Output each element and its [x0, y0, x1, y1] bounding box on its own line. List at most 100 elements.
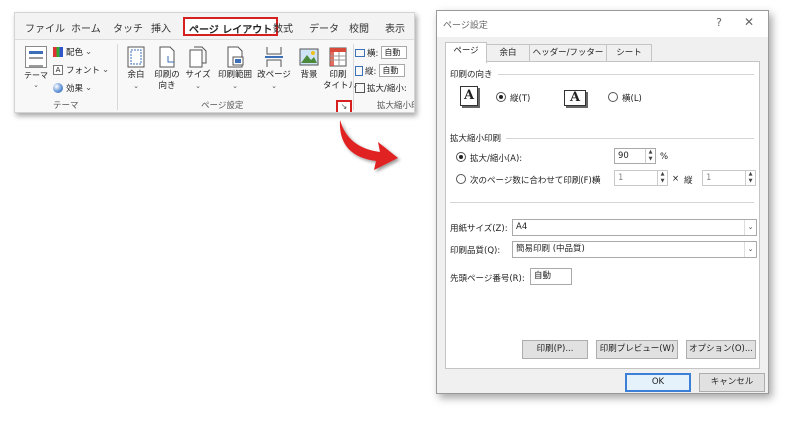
adjust-to-label: 拡大/縮小(A): — [470, 154, 523, 164]
chevron-down-icon: ⌄ — [33, 81, 39, 89]
scale-percent-row: 拡大/縮小: — [355, 82, 407, 94]
theme-group-label: テーマ — [53, 101, 79, 111]
first-page-number-label: 先頭ページ番号(R): — [450, 274, 525, 284]
tab-page[interactable]: ページ — [445, 42, 487, 63]
tab-margins[interactable]: 余白 — [486, 44, 530, 62]
margins-label: 余白 — [127, 70, 145, 80]
tab-view[interactable]: 表示 — [385, 20, 405, 35]
background-image-icon — [299, 48, 319, 66]
help-button[interactable]: ? — [716, 16, 722, 29]
theme-colors-button[interactable]: 配色 ⌄ — [53, 46, 92, 58]
tab-insert[interactable]: 挿入 — [151, 20, 171, 35]
percent-sign: % — [660, 152, 669, 162]
color-palette-icon — [53, 47, 63, 57]
cancel-button[interactable]: キャンセル — [699, 373, 765, 392]
landscape-radio[interactable] — [608, 92, 618, 102]
background-button[interactable]: 背景 — [294, 46, 324, 81]
scale-height-select[interactable]: 自動 — [379, 64, 406, 77]
spinner-arrows-icon[interactable]: ▲ ▼ — [645, 149, 655, 163]
pages-wide-input[interactable]: 1 ▲ ▼ — [614, 170, 668, 186]
scaling-section-title: 拡大縮小印刷 — [450, 134, 502, 144]
times-sign: × — [672, 174, 680, 184]
spinner-arrows-icon[interactable]: ▲ ▼ — [657, 171, 667, 185]
tab-review[interactable]: 校閲 — [349, 20, 369, 35]
fit-to-radio[interactable] — [456, 174, 466, 184]
scale-width-row: 横: 自動 — [355, 46, 408, 59]
first-page-number-input[interactable]: 自動 — [530, 268, 572, 285]
page-tab-panel: 印刷の向き A 縦(T) A 横(L) 拡大縮小印刷 拡大/縮小(A): 90 … — [445, 61, 760, 369]
ribbon-tabs: ファイル ホーム タッチ 挿入 ページ レイアウト 数式 データ 校閲 表示 — [15, 13, 414, 39]
print-titles-label-1: 印刷 — [329, 70, 347, 80]
effects-icon — [53, 83, 63, 93]
scale-width-select[interactable]: 自動 — [381, 46, 408, 59]
pages-tall-value: 1 — [706, 173, 712, 183]
theme-effects-label: 効果 — [66, 84, 84, 94]
theme-colors-label: 配色 — [66, 48, 84, 58]
adjust-to-radio[interactable] — [456, 152, 466, 162]
height-icon — [355, 65, 363, 76]
orientation-label-1: 印刷の — [154, 70, 180, 80]
section-divider — [498, 74, 754, 75]
themes-button[interactable]: テーマ ⌄ — [21, 46, 51, 89]
chevron-down-icon: ⌄ — [85, 83, 93, 93]
landscape-label: 横(L) — [622, 94, 642, 104]
orientation-section-title: 印刷の向き — [450, 70, 493, 80]
orientation-icon — [159, 46, 175, 68]
tab-file[interactable]: ファイル — [25, 20, 65, 35]
landscape-page-icon: A — [564, 90, 586, 106]
chevron-down-icon: ⌄ — [271, 82, 277, 90]
pages-tall-input[interactable]: 1 ▲ ▼ — [702, 170, 756, 186]
size-button[interactable]: サイズ ⌄ — [183, 46, 213, 92]
print-button[interactable]: 印刷(P)... — [522, 340, 588, 359]
fit-to-label: 次のページ数に合わせて印刷(F): — [470, 176, 595, 186]
size-label: サイズ — [185, 70, 211, 80]
tab-formulas[interactable]: 数式 — [273, 20, 293, 35]
theme-fonts-button[interactable]: A フォント ⌄ — [53, 64, 109, 76]
adjust-percent-input[interactable]: 90 ▲ ▼ — [614, 148, 656, 164]
theme-effects-button[interactable]: 効果 ⌄ — [53, 82, 92, 94]
print-quality-value: 簡易印刷 (中品質) — [516, 244, 585, 254]
margins-icon — [127, 46, 145, 68]
chevron-down-icon: ⌄ — [195, 82, 201, 90]
paper-size-value: A4 — [516, 222, 528, 232]
launcher-arrow-icon: ↘ — [340, 102, 348, 111]
theme-fonts-label: フォント — [66, 66, 101, 76]
scale-height-row: 縦: 自動 — [355, 64, 406, 77]
print-area-button[interactable]: 印刷範囲 ⌄ — [217, 46, 253, 92]
chevron-down-icon: ⌄ — [102, 65, 110, 75]
options-button[interactable]: オプション(O)... — [686, 340, 756, 359]
page-break-icon — [265, 47, 283, 67]
page-setup-group-label: ページ設定 — [201, 101, 244, 111]
print-quality-label: 印刷品質(Q): — [450, 246, 501, 256]
breaks-label: 改ページ — [257, 70, 291, 80]
print-titles-icon — [329, 47, 347, 67]
scale-icon — [355, 83, 365, 93]
print-preview-button[interactable]: 印刷プレビュー(W) — [596, 340, 678, 359]
chevron-down-icon: ⌄ — [744, 220, 756, 235]
scale-width-label: 横: — [367, 48, 379, 59]
dialog-title: ページ設定 — [443, 21, 488, 31]
tab-data[interactable]: データ — [309, 20, 339, 35]
spinner-arrows-icon[interactable]: ▲ ▼ — [745, 171, 755, 185]
dialog-title-bar: ページ設定 ? ✕ — [437, 11, 768, 37]
section-divider — [506, 138, 754, 139]
close-button[interactable]: ✕ — [744, 15, 754, 29]
pages-wide-label: 横 — [592, 176, 601, 186]
margins-button[interactable]: 余白 ⌄ — [121, 46, 151, 92]
tab-home[interactable]: ホーム — [71, 20, 101, 35]
paper-size-select[interactable]: A4 ⌄ — [512, 219, 757, 236]
breaks-button[interactable]: 改ページ ⌄ — [257, 46, 291, 92]
print-titles-button[interactable]: 印刷 タイトル — [323, 46, 357, 92]
ok-button[interactable]: OK — [625, 373, 691, 392]
width-icon — [355, 48, 365, 57]
red-arrow-icon — [339, 120, 398, 170]
chevron-down-icon: ⌄ — [85, 47, 93, 57]
print-quality-select[interactable]: 簡易印刷 (中品質) ⌄ — [512, 241, 757, 258]
orientation-button[interactable]: 印刷の 向き — [152, 46, 182, 92]
tab-touch[interactable]: タッチ — [113, 20, 143, 35]
tab-page-layout[interactable]: ページ レイアウト — [183, 17, 279, 36]
tab-header-footer[interactable]: ヘッダー/フッター — [529, 44, 607, 62]
ribbon-body: テーマ ⌄ 配色 ⌄ A フォント ⌄ 効果 ⌄ テーマ 余白 ⌄ 印刷の 向き… — [15, 39, 414, 112]
tab-sheet[interactable]: シート — [606, 44, 652, 62]
portrait-radio[interactable] — [496, 92, 506, 102]
